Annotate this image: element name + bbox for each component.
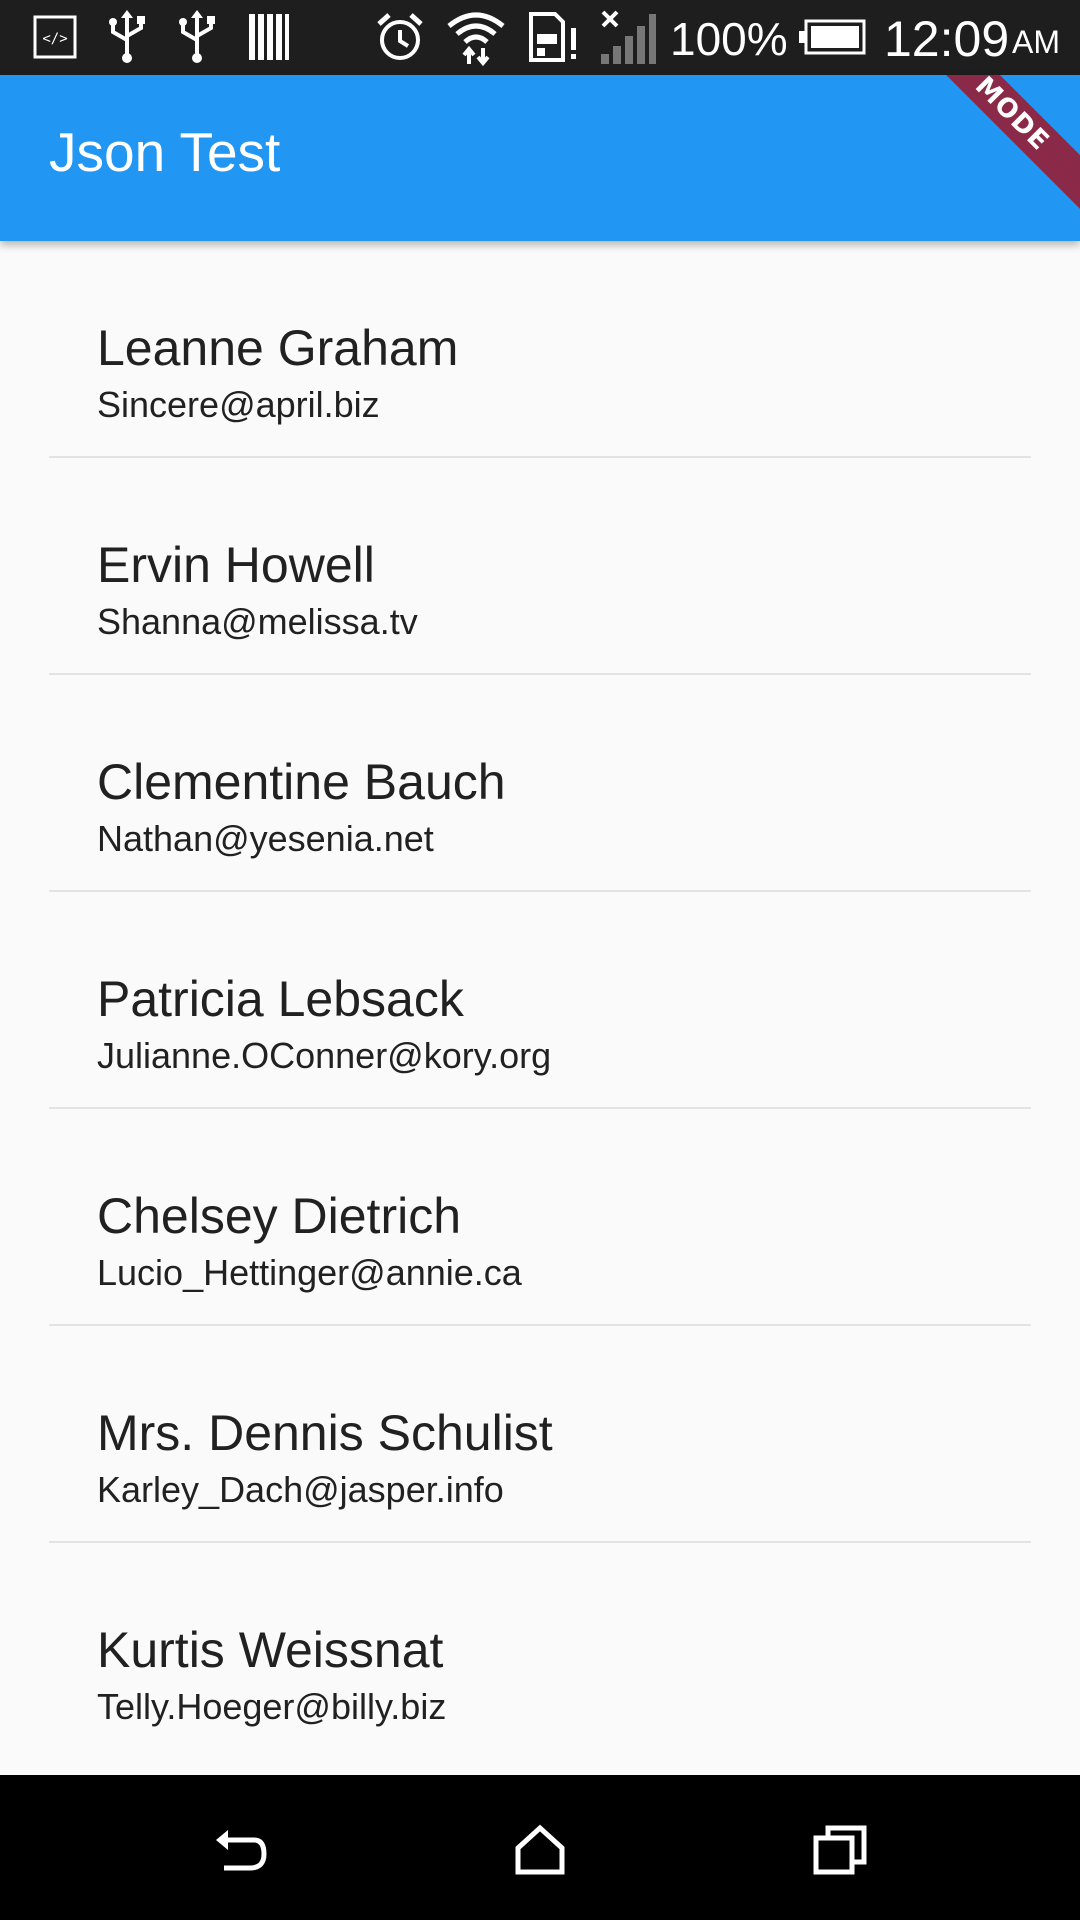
usb-icon [172,10,222,64]
user-name: Kurtis Weissnat [97,1622,444,1678]
list-item[interactable]: Clementine Bauch Nathan@yesenia.net [49,675,1031,892]
user-email: Nathan@yesenia.net [97,818,434,859]
debug-mode-banner: MODE [906,75,1080,220]
home-icon [515,1824,565,1875]
user-name: Mrs. Dennis Schulist [97,1405,553,1461]
user-email: Julianne.OConner@kory.org [97,1035,552,1076]
battery-icon [798,10,868,64]
status-bar: </> 100% 12:09 AM [0,0,1080,75]
list-item[interactable]: Mrs. Dennis Schulist Karley_Dach@jasper.i… [49,1326,1031,1543]
user-name: Clementine Bauch [97,754,506,810]
list-item[interactable]: Leanne Graham Sincere@april.biz [49,241,1031,458]
svg-text:</>: </> [42,31,67,47]
user-name: Ervin Howell [97,537,375,593]
home-button[interactable] [480,1805,600,1895]
user-name: Leanne Graham [97,320,459,376]
developer-icon: </> [30,10,80,64]
clock-am-pm: AM [1012,24,1060,60]
battery-percent: 100% [670,13,788,65]
list-item[interactable]: Patricia Lebsack Julianne.OConner@kory.or… [49,892,1031,1109]
navigation-bar [0,1775,1080,1920]
page-title: Json Test [49,121,281,183]
signal-icon [598,10,658,64]
clock-time: 12:09 [884,11,1010,67]
user-email: Shanna@melissa.tv [97,601,418,642]
list-item[interactable]: Chelsey Dietrich Lucio_Hettinger@annie.ca [49,1109,1031,1326]
back-button[interactable] [180,1805,300,1895]
user-list[interactable]: Leanne Graham Sincere@april.biz Ervin Howe… [0,241,1080,1775]
recents-icon [813,1825,867,1875]
barcode-icon [246,10,292,64]
list-item[interactable]: Kurtis Weissnat Telly.Hoeger@billy.biz [49,1543,1031,1758]
screen: </> 100% 12:09 AM Json Test MODE Leanne … [0,0,1080,1920]
usb-icon [102,10,152,64]
back-icon [216,1830,267,1871]
user-email: Telly.Hoeger@billy.biz [97,1686,447,1727]
list-item[interactable]: Ervin Howell Shanna@melissa.tv [49,458,1031,675]
wifi-icon [444,10,508,66]
sd-card-icon [526,10,582,64]
user-email: Lucio_Hettinger@annie.ca [97,1252,522,1293]
alarm-icon [372,10,428,64]
user-email: Karley_Dach@jasper.info [97,1469,504,1510]
app-bar: Json Test MODE [0,75,1080,241]
user-name: Chelsey Dietrich [97,1188,462,1244]
user-email: Sincere@april.biz [97,384,380,425]
recents-button[interactable] [780,1805,900,1895]
user-name: Patricia Lebsack [97,971,464,1027]
